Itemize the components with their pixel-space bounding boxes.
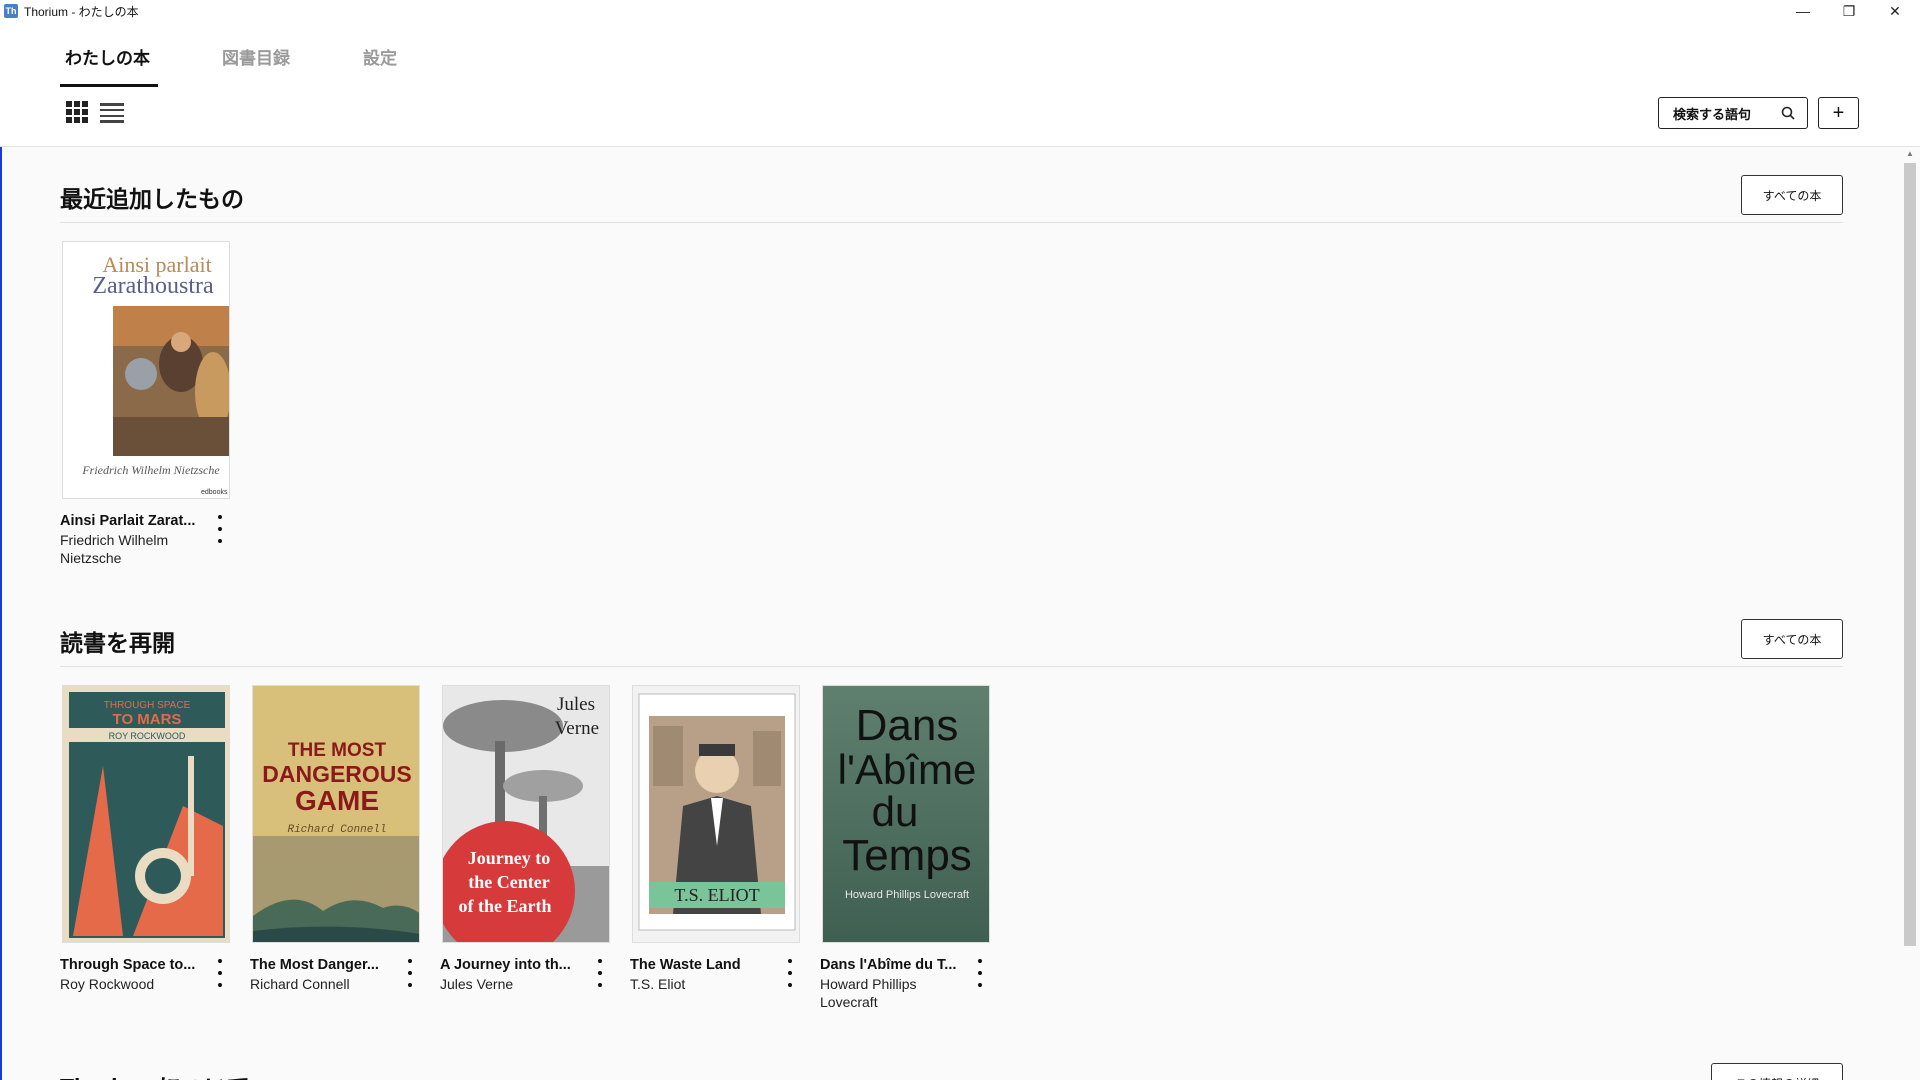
book-author: Jules Verne [440,976,514,992]
cover-author: Friedrich Wilhelm Nietzsche [81,463,220,477]
library-toolbar: 検索する語句 + [0,87,1920,147]
book-card: Jules Verne Journey to the Center of the… [440,685,610,1015]
list-view-icon[interactable] [100,103,124,123]
cover-text: Richard Connell [287,824,386,836]
cover-text: Journey to [468,848,551,868]
window-titlebar: Th Thorium - わたしの本 — ❐ ✕ [0,0,1920,22]
book-menu-icon[interactable] [214,959,226,987]
cover-title-line2: Zarathoustra [92,273,214,299]
book-title[interactable]: Ainsi Parlait Zarat... [60,513,205,529]
book-card: THROUGH SPACE TO MARS ROY ROCKWOOD Throu… [60,685,230,1015]
all-books-button-resume[interactable]: すべての本 [1741,619,1843,659]
book-cover[interactable]: Ainsi parlait Zarathoustra Friedrich Wil… [62,241,230,499]
close-button[interactable]: ✕ [1872,0,1918,22]
search-icon [1781,106,1795,120]
cover-text: TO MARS [113,711,182,728]
cover-text: du [872,788,919,835]
search-label: 検索する語句 [1673,106,1752,122]
book-title[interactable]: The Most Danger... [250,957,395,973]
book-card: T.S. ELIOT The Waste Land T.S. Eliot [630,685,800,1015]
grid-view-icon[interactable] [66,101,88,123]
section-divider [60,222,1843,223]
book-title[interactable]: Through Space to... [60,957,205,973]
cover-text: THE MOST [288,740,387,761]
book-menu-icon[interactable] [214,515,226,543]
cover-text: THROUGH SPACE [104,700,191,711]
cover-text: Jules [557,694,595,715]
book-author: T.S. Eliot [630,976,686,992]
cover-publisher: edbooks [201,489,228,496]
cover-text: Dans [856,701,959,750]
tab-my-books[interactable]: わたしの本 [65,44,150,69]
cover-text: Howard Phillips Lovecraft [845,889,969,901]
section-title-resume: 読書を再開 [60,630,175,656]
book-author: Richard Connell [250,976,350,992]
book-cover[interactable]: T.S. ELIOT [632,685,800,943]
book-cover[interactable]: THROUGH SPACE TO MARS ROY ROCKWOOD [62,685,230,943]
book-author: Friedrich Wilhelm Nietzsche [60,532,169,566]
cover-text: GAME [295,785,379,816]
add-book-button[interactable]: + [1818,97,1859,129]
book-card: Dans l'Abîme du Temps Howard Phillips Lo… [820,685,990,1015]
book-title[interactable]: Dans l'Abîme du T... [820,957,965,973]
book-cover[interactable]: Jules Verne Journey to the Center of the… [442,685,610,943]
library-main: 最近追加したもの すべての本 Ainsi parlait Zarathoustr… [0,147,1920,1080]
cover-text: ROY ROCKWOOD [109,731,186,741]
cover-text: Verne [555,718,599,739]
main-nav: わたしの本 図書目録 設定 [0,22,1920,87]
book-menu-icon[interactable] [784,959,796,987]
restore-button[interactable]: ❐ [1826,0,1872,22]
cover-text: of the Earth [459,896,552,916]
cover-text: DANGEROUS [262,761,412,787]
cover-text: l'Abîme [838,746,977,793]
thorium-app-icon: Th [4,4,18,18]
book-author: Howard Phillips Lovecraft [820,976,917,1010]
minimize-button[interactable]: — [1780,0,1826,22]
section-title-about: Thorium について [60,1068,250,1080]
focus-accent-line [0,147,2,1080]
cover-text: the Center [468,872,549,892]
book-card: THE MOST DANGEROUS GAME Richard Connell … [250,685,420,1015]
book-title[interactable]: A Journey into th... [440,957,585,973]
window-title: Thorium - わたしの本 [24,4,139,19]
cover-text: T.S. ELIOT [674,885,759,905]
section-title-recent: 最近追加したもの [60,186,244,212]
search-button[interactable]: 検索する語句 [1658,97,1808,129]
all-books-button-recent[interactable]: すべての本 [1741,175,1843,215]
cover-text: Temps [842,831,972,880]
book-card: Ainsi parlait Zarathoustra Friedrich Wil… [60,241,230,571]
book-menu-icon[interactable] [404,959,416,987]
book-cover[interactable]: THE MOST DANGEROUS GAME Richard Connell [252,685,420,943]
tab-catalogs[interactable]: 図書目録 [222,44,290,69]
scroll-up-arrow-icon[interactable]: ▲ [1906,149,1914,158]
about-details-button[interactable]: この情報の詳細 [1711,1063,1843,1080]
vertical-scrollbar[interactable] [1904,163,1916,946]
book-author: Roy Rockwood [60,976,155,992]
tab-settings[interactable]: 設定 [363,44,397,69]
book-menu-icon[interactable] [594,959,606,987]
book-cover[interactable]: Dans l'Abîme du Temps Howard Phillips Lo… [822,685,990,943]
book-menu-icon[interactable] [974,959,986,987]
section-divider [60,666,1843,667]
book-title[interactable]: The Waste Land [630,957,775,973]
